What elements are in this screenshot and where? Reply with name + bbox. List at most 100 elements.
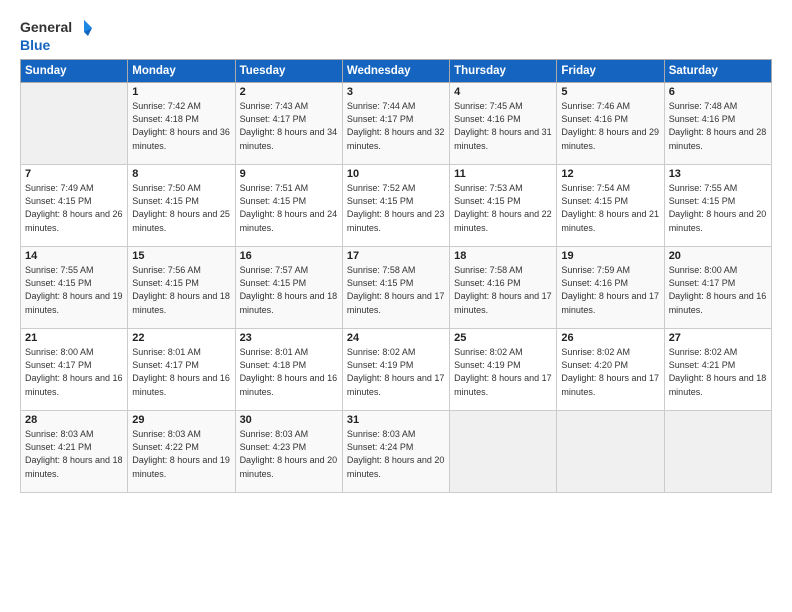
day-number: 2 <box>240 86 338 98</box>
day-info: Sunrise: 7:44 AMSunset: 4:17 PMDaylight:… <box>347 101 445 150</box>
column-header-wednesday: Wednesday <box>342 60 449 83</box>
day-info: Sunrise: 7:58 AMSunset: 4:16 PMDaylight:… <box>454 265 552 314</box>
day-cell: 30 Sunrise: 8:03 AMSunset: 4:23 PMDaylig… <box>235 411 342 493</box>
day-number: 20 <box>669 250 767 262</box>
day-number: 8 <box>132 168 230 180</box>
day-number: 18 <box>454 250 552 262</box>
day-cell: 29 Sunrise: 8:03 AMSunset: 4:22 PMDaylig… <box>128 411 235 493</box>
day-cell <box>21 83 128 165</box>
day-number: 29 <box>132 414 230 426</box>
day-number: 23 <box>240 332 338 344</box>
logo-text: General Blue <box>20 18 94 53</box>
column-header-sunday: Sunday <box>21 60 128 83</box>
day-number: 17 <box>347 250 445 262</box>
week-row-3: 14 Sunrise: 7:55 AMSunset: 4:15 PMDaylig… <box>21 247 772 329</box>
day-cell: 23 Sunrise: 8:01 AMSunset: 4:18 PMDaylig… <box>235 329 342 411</box>
day-info: Sunrise: 7:43 AMSunset: 4:17 PMDaylight:… <box>240 101 338 150</box>
week-row-4: 21 Sunrise: 8:00 AMSunset: 4:17 PMDaylig… <box>21 329 772 411</box>
day-cell: 12 Sunrise: 7:54 AMSunset: 4:15 PMDaylig… <box>557 165 664 247</box>
day-cell: 26 Sunrise: 8:02 AMSunset: 4:20 PMDaylig… <box>557 329 664 411</box>
day-cell: 22 Sunrise: 8:01 AMSunset: 4:17 PMDaylig… <box>128 329 235 411</box>
day-info: Sunrise: 7:56 AMSunset: 4:15 PMDaylight:… <box>132 265 230 314</box>
day-cell <box>557 411 664 493</box>
day-number: 4 <box>454 86 552 98</box>
column-header-monday: Monday <box>128 60 235 83</box>
day-number: 25 <box>454 332 552 344</box>
day-cell: 21 Sunrise: 8:00 AMSunset: 4:17 PMDaylig… <box>21 329 128 411</box>
day-number: 15 <box>132 250 230 262</box>
day-cell: 17 Sunrise: 7:58 AMSunset: 4:15 PMDaylig… <box>342 247 449 329</box>
day-info: Sunrise: 7:42 AMSunset: 4:18 PMDaylight:… <box>132 101 230 150</box>
day-number: 10 <box>347 168 445 180</box>
column-header-tuesday: Tuesday <box>235 60 342 83</box>
day-info: Sunrise: 8:03 AMSunset: 4:24 PMDaylight:… <box>347 429 445 478</box>
day-info: Sunrise: 8:03 AMSunset: 4:21 PMDaylight:… <box>25 429 123 478</box>
day-cell: 3 Sunrise: 7:44 AMSunset: 4:17 PMDayligh… <box>342 83 449 165</box>
day-number: 13 <box>669 168 767 180</box>
day-number: 1 <box>132 86 230 98</box>
day-info: Sunrise: 8:03 AMSunset: 4:23 PMDaylight:… <box>240 429 338 478</box>
column-header-thursday: Thursday <box>450 60 557 83</box>
calendar-header-row: SundayMondayTuesdayWednesdayThursdayFrid… <box>21 60 772 83</box>
week-row-2: 7 Sunrise: 7:49 AMSunset: 4:15 PMDayligh… <box>21 165 772 247</box>
day-cell: 6 Sunrise: 7:48 AMSunset: 4:16 PMDayligh… <box>664 83 771 165</box>
day-info: Sunrise: 8:01 AMSunset: 4:17 PMDaylight:… <box>132 347 230 396</box>
column-header-friday: Friday <box>557 60 664 83</box>
day-info: Sunrise: 7:54 AMSunset: 4:15 PMDaylight:… <box>561 183 659 232</box>
day-number: 27 <box>669 332 767 344</box>
day-info: Sunrise: 8:02 AMSunset: 4:20 PMDaylight:… <box>561 347 659 396</box>
logo-icon <box>74 18 94 38</box>
day-number: 24 <box>347 332 445 344</box>
day-info: Sunrise: 7:45 AMSunset: 4:16 PMDaylight:… <box>454 101 552 150</box>
day-info: Sunrise: 7:49 AMSunset: 4:15 PMDaylight:… <box>25 183 123 232</box>
day-number: 3 <box>347 86 445 98</box>
day-info: Sunrise: 8:00 AMSunset: 4:17 PMDaylight:… <box>25 347 123 396</box>
day-info: Sunrise: 7:52 AMSunset: 4:15 PMDaylight:… <box>347 183 445 232</box>
day-cell: 10 Sunrise: 7:52 AMSunset: 4:15 PMDaylig… <box>342 165 449 247</box>
day-cell: 9 Sunrise: 7:51 AMSunset: 4:15 PMDayligh… <box>235 165 342 247</box>
day-info: Sunrise: 7:48 AMSunset: 4:16 PMDaylight:… <box>669 101 767 150</box>
day-cell: 27 Sunrise: 8:02 AMSunset: 4:21 PMDaylig… <box>664 329 771 411</box>
day-number: 14 <box>25 250 123 262</box>
day-info: Sunrise: 7:51 AMSunset: 4:15 PMDaylight:… <box>240 183 338 232</box>
day-number: 22 <box>132 332 230 344</box>
day-cell: 1 Sunrise: 7:42 AMSunset: 4:18 PMDayligh… <box>128 83 235 165</box>
day-number: 28 <box>25 414 123 426</box>
calendar-table: SundayMondayTuesdayWednesdayThursdayFrid… <box>20 59 772 493</box>
day-cell: 19 Sunrise: 7:59 AMSunset: 4:16 PMDaylig… <box>557 247 664 329</box>
day-info: Sunrise: 7:55 AMSunset: 4:15 PMDaylight:… <box>669 183 767 232</box>
day-cell: 14 Sunrise: 7:55 AMSunset: 4:15 PMDaylig… <box>21 247 128 329</box>
day-number: 6 <box>669 86 767 98</box>
day-cell: 15 Sunrise: 7:56 AMSunset: 4:15 PMDaylig… <box>128 247 235 329</box>
day-info: Sunrise: 8:02 AMSunset: 4:19 PMDaylight:… <box>347 347 445 396</box>
day-cell <box>664 411 771 493</box>
day-info: Sunrise: 7:58 AMSunset: 4:15 PMDaylight:… <box>347 265 445 314</box>
day-cell: 11 Sunrise: 7:53 AMSunset: 4:15 PMDaylig… <box>450 165 557 247</box>
day-number: 5 <box>561 86 659 98</box>
day-cell: 31 Sunrise: 8:03 AMSunset: 4:24 PMDaylig… <box>342 411 449 493</box>
day-number: 19 <box>561 250 659 262</box>
day-info: Sunrise: 7:46 AMSunset: 4:16 PMDaylight:… <box>561 101 659 150</box>
day-number: 26 <box>561 332 659 344</box>
day-cell: 4 Sunrise: 7:45 AMSunset: 4:16 PMDayligh… <box>450 83 557 165</box>
day-info: Sunrise: 8:00 AMSunset: 4:17 PMDaylight:… <box>669 265 767 314</box>
header: General Blue <box>20 18 772 53</box>
day-cell: 20 Sunrise: 8:00 AMSunset: 4:17 PMDaylig… <box>664 247 771 329</box>
logo: General Blue <box>20 18 94 53</box>
logo-general: General <box>20 20 72 35</box>
day-cell: 25 Sunrise: 8:02 AMSunset: 4:19 PMDaylig… <box>450 329 557 411</box>
day-cell: 28 Sunrise: 8:03 AMSunset: 4:21 PMDaylig… <box>21 411 128 493</box>
day-cell: 8 Sunrise: 7:50 AMSunset: 4:15 PMDayligh… <box>128 165 235 247</box>
day-number: 12 <box>561 168 659 180</box>
day-info: Sunrise: 7:55 AMSunset: 4:15 PMDaylight:… <box>25 265 123 314</box>
day-number: 11 <box>454 168 552 180</box>
day-cell: 2 Sunrise: 7:43 AMSunset: 4:17 PMDayligh… <box>235 83 342 165</box>
day-info: Sunrise: 7:59 AMSunset: 4:16 PMDaylight:… <box>561 265 659 314</box>
day-info: Sunrise: 7:57 AMSunset: 4:15 PMDaylight:… <box>240 265 338 314</box>
column-header-saturday: Saturday <box>664 60 771 83</box>
day-info: Sunrise: 8:02 AMSunset: 4:19 PMDaylight:… <box>454 347 552 396</box>
day-number: 9 <box>240 168 338 180</box>
day-cell: 5 Sunrise: 7:46 AMSunset: 4:16 PMDayligh… <box>557 83 664 165</box>
day-info: Sunrise: 8:01 AMSunset: 4:18 PMDaylight:… <box>240 347 338 396</box>
day-number: 31 <box>347 414 445 426</box>
